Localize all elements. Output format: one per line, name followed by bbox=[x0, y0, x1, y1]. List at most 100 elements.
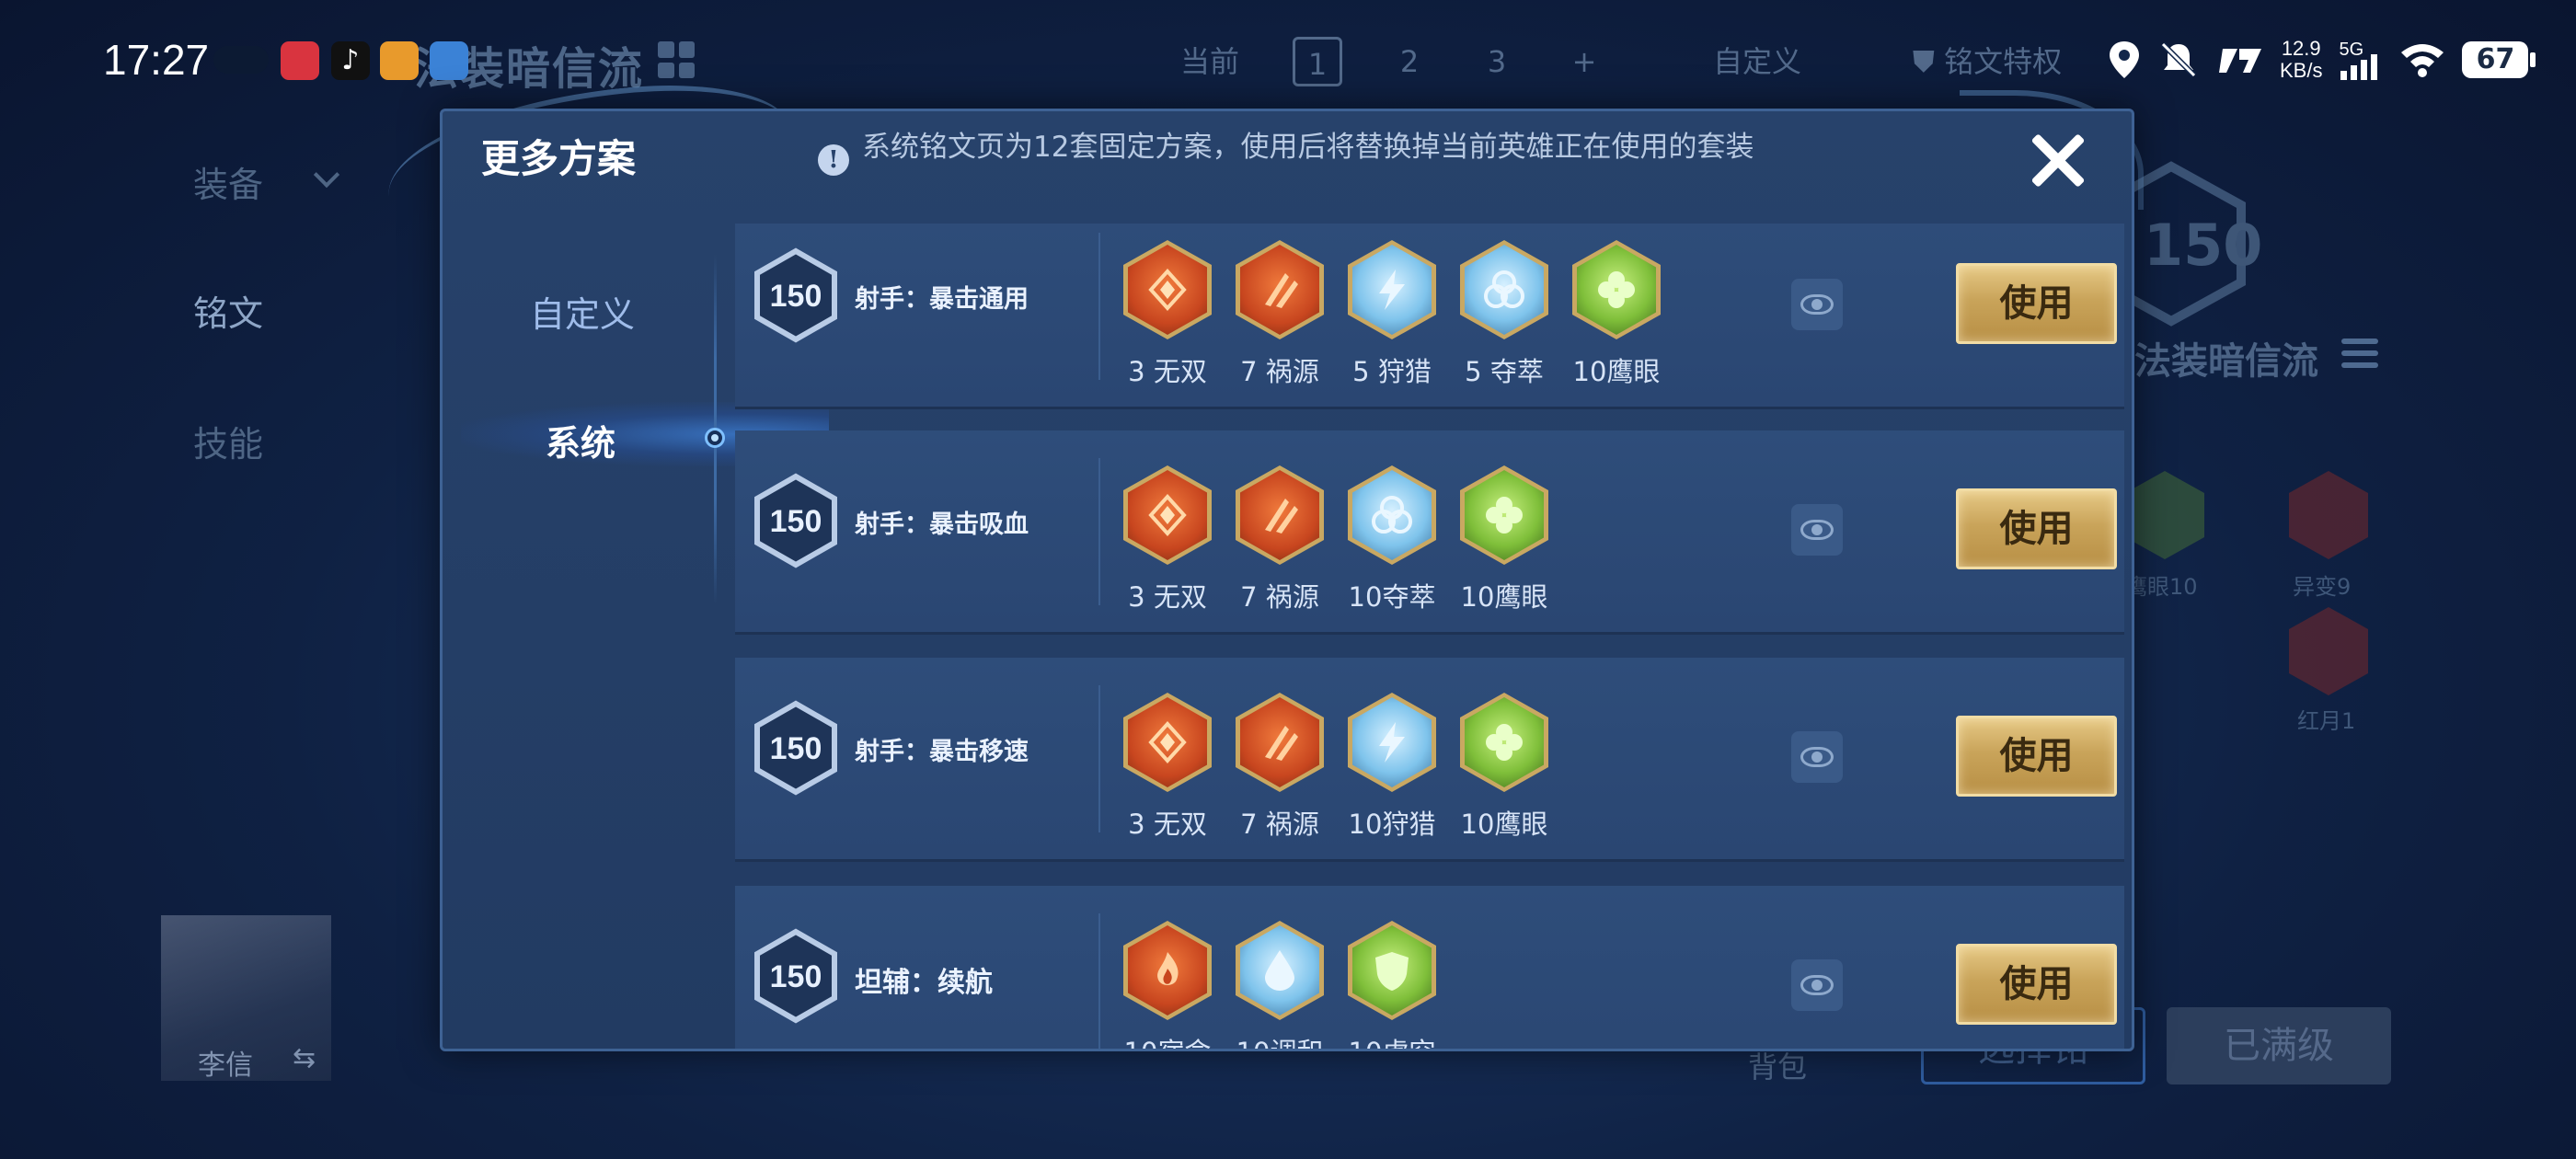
bg-rune-mutation bbox=[2289, 471, 2368, 559]
rune-label: 3 无双 bbox=[1128, 809, 1207, 840]
net-speed-unit: KB/s bbox=[2280, 59, 2323, 82]
level-value: 150 bbox=[769, 731, 822, 766]
preview-eye-button[interactable] bbox=[1791, 279, 1843, 330]
network-type: 5G bbox=[2339, 40, 2364, 60]
rune-clover-icon[interactable] bbox=[1460, 465, 1548, 565]
scheme-row: 150 射手：暴击吸血 3 无双 7 祸源 10夺萃 10鹰眼 使用 bbox=[735, 430, 2124, 635]
row-divider bbox=[1098, 233, 1100, 380]
menu-icon[interactable] bbox=[2341, 339, 2378, 375]
info-text: 系统铭文页为12套固定方案，使用后将替换掉当前英雄正在使用的套装 bbox=[862, 131, 1754, 164]
signal-booster-icon bbox=[2219, 49, 2261, 73]
rune-label: 10鹰眼 bbox=[1460, 809, 1548, 840]
app-blue-icon bbox=[430, 41, 468, 80]
status-icons: 12.9 KB/s 5G 67 bbox=[2107, 28, 2536, 92]
bg-scheme-name: 法装暗信流 bbox=[2134, 340, 2318, 383]
rune-label: 10鹰眼 bbox=[1572, 356, 1661, 387]
preview-eye-button[interactable] bbox=[1791, 959, 1843, 1011]
rune-flame-icon[interactable] bbox=[1123, 921, 1212, 1020]
rune-label: 7 祸源 bbox=[1240, 356, 1319, 387]
rune-label: 10狩猎 bbox=[1348, 809, 1436, 840]
scheme-row: 150 射手：暴击移速 3 无双 7 祸源 10狩猎 10鹰眼 使用 bbox=[735, 658, 2124, 862]
status-bar: 17:27 ♪ 12.9 KB/s 5G 67 bbox=[0, 0, 2576, 110]
net-speed: 12.9 KB/s bbox=[2280, 38, 2322, 82]
level-value: 150 bbox=[769, 959, 822, 994]
rune-crest-icon[interactable] bbox=[1123, 465, 1212, 565]
use-button[interactable]: 使用 bbox=[1956, 488, 2117, 569]
rune-clover-icon[interactable] bbox=[1572, 240, 1661, 339]
location-icon bbox=[2110, 41, 2139, 78]
scheme-list[interactable]: 150 射手：暴击通用 3 无双 7 祸源 5 狩猎 5 夺萃 10鹰眼 使用 … bbox=[735, 224, 2129, 1049]
net-speed-value: 12.9 bbox=[2281, 37, 2321, 60]
app-orange-icon bbox=[380, 41, 419, 80]
rune-shield-icon[interactable] bbox=[1348, 921, 1436, 1020]
rune-bolt-icon[interactable] bbox=[1348, 240, 1436, 339]
rune-label: 5 夺萃 bbox=[1465, 356, 1544, 387]
scheme-name: 坦辅：续航 bbox=[855, 967, 993, 999]
rune-blades-icon[interactable] bbox=[1236, 465, 1324, 565]
bg-hero-name: 李信 bbox=[198, 1050, 253, 1082]
rune-blades-icon[interactable] bbox=[1236, 693, 1324, 792]
level-value: 150 bbox=[769, 279, 822, 314]
tab-custom[interactable]: 自定义 bbox=[530, 286, 635, 337]
battery-icon: 67 bbox=[2462, 41, 2536, 78]
scheme-row: 150 坦辅：续航 10宿命 10调和 10虚空 使用 bbox=[735, 886, 2124, 1049]
app-notification-icon bbox=[281, 41, 319, 80]
rune-label: 10虚空 bbox=[1337, 1031, 1447, 1049]
rune-label: 10宿命 bbox=[1112, 1031, 1223, 1049]
bg-rune-eagle-eye bbox=[2125, 471, 2204, 559]
info-icon: ! bbox=[818, 144, 849, 176]
swap-icon[interactable]: ⇆ bbox=[293, 1042, 316, 1074]
bg-menu-runes[interactable]: 铭文 bbox=[193, 285, 263, 336]
scheme-name: 射手：暴击移速 bbox=[855, 738, 1029, 766]
bg-rune-red-moon bbox=[2289, 607, 2368, 695]
rune-label: 10调和 bbox=[1225, 1031, 1335, 1049]
tab-system[interactable]: 系统 bbox=[546, 415, 615, 465]
bg-menu-equipment[interactable]: 装备 bbox=[193, 156, 263, 207]
rune-bolt-icon[interactable] bbox=[1348, 693, 1436, 792]
rune-label: 7 祸源 bbox=[1240, 581, 1319, 613]
rune-label: 7 祸源 bbox=[1240, 809, 1319, 840]
rune-blades-icon[interactable] bbox=[1236, 240, 1324, 339]
level-value: 150 bbox=[769, 504, 822, 539]
status-pill bbox=[213, 46, 269, 74]
rune-drop-icon[interactable] bbox=[1236, 921, 1324, 1020]
rune-clover-icon[interactable] bbox=[1460, 693, 1548, 792]
scheme-name: 射手：暴击通用 bbox=[855, 285, 1029, 314]
level-hex-icon: 150 bbox=[753, 473, 838, 568]
rune-label: 3 无双 bbox=[1128, 581, 1207, 613]
tiktok-icon: ♪ bbox=[331, 41, 370, 80]
bg-rune-label: 红月1 bbox=[2297, 708, 2356, 734]
scheme-name: 射手：暴击吸血 bbox=[855, 511, 1029, 539]
use-button[interactable]: 使用 bbox=[1956, 263, 2117, 344]
rune-triquetra-icon[interactable] bbox=[1348, 465, 1436, 565]
bg-menu-skills[interactable]: 技能 bbox=[193, 416, 263, 466]
bg-level-value: 150 bbox=[2144, 212, 2263, 279]
row-divider bbox=[1098, 458, 1100, 605]
use-button[interactable]: 使用 bbox=[1956, 944, 2117, 1025]
close-button[interactable] bbox=[2021, 124, 2095, 198]
rune-triquetra-icon[interactable] bbox=[1460, 240, 1548, 339]
rune-crest-icon[interactable] bbox=[1123, 240, 1212, 339]
use-button[interactable]: 使用 bbox=[1956, 716, 2117, 797]
level-hex-icon: 150 bbox=[753, 700, 838, 796]
preview-eye-button[interactable] bbox=[1791, 504, 1843, 556]
rune-label: 3 无双 bbox=[1128, 356, 1207, 387]
rune-label: 10鹰眼 bbox=[1460, 581, 1548, 613]
bg-rune-label: 鹰眼10 bbox=[2125, 574, 2198, 600]
rune-label: 10夺萃 bbox=[1348, 581, 1436, 613]
chevron-down-icon bbox=[313, 161, 340, 189]
rune-label: 5 狩猎 bbox=[1352, 356, 1432, 387]
rune-crest-icon[interactable] bbox=[1123, 693, 1212, 792]
mute-bell-icon bbox=[2160, 41, 2197, 78]
preview-eye-button[interactable] bbox=[1791, 731, 1843, 783]
level-hex-icon: 150 bbox=[753, 247, 838, 343]
more-schemes-dialog: 更多方案 ! 系统铭文页为12套固定方案，使用后将替换掉当前英雄正在使用的套装 … bbox=[440, 109, 2134, 1051]
level-hex-icon: 150 bbox=[753, 928, 838, 1024]
dialog-title: 更多方案 bbox=[481, 136, 637, 181]
bg-rune-label: 异变9 bbox=[2293, 574, 2352, 600]
scheme-row: 150 射手：暴击通用 3 无双 7 祸源 5 狩猎 5 夺萃 10鹰眼 使用 bbox=[735, 224, 2124, 409]
bg-maxed-button[interactable]: 已满级 bbox=[2167, 1007, 2391, 1084]
cellular-signal-icon: 5G bbox=[2339, 40, 2383, 80]
row-divider bbox=[1098, 913, 1100, 1049]
status-time: 17:27 bbox=[103, 36, 210, 84]
